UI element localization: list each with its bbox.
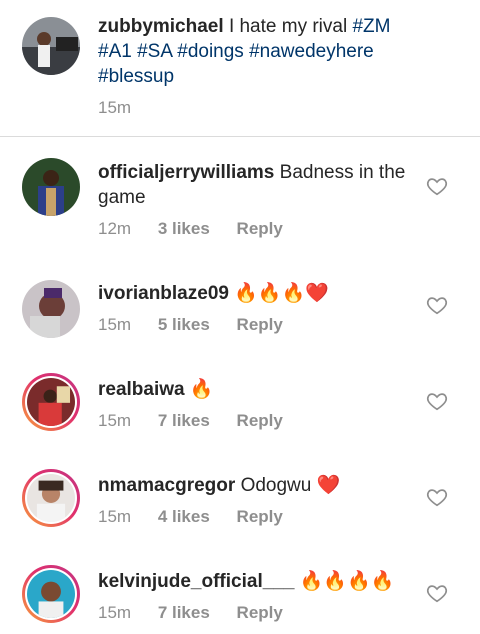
caption-avatar[interactable]	[22, 17, 80, 75]
comment-username[interactable]: kelvinjude_official___	[98, 571, 294, 592]
comment-body: 🔥🔥🔥🔥	[299, 571, 395, 592]
comment-username[interactable]: nmamacgregor	[98, 475, 235, 496]
heart-outline-icon[interactable]	[426, 486, 448, 508]
comment-likes[interactable]: 7 likes	[158, 603, 210, 623]
comment-username[interactable]: ivorianblaze09	[98, 283, 229, 304]
comment-likes[interactable]: 4 likes	[158, 507, 210, 527]
comment-avatar[interactable]	[22, 158, 80, 216]
comment-text: officialjerrywilliams Badness in the gam…	[98, 160, 418, 210]
caption-username[interactable]: zubbymichael	[98, 16, 224, 37]
hashtag[interactable]: #SA	[137, 41, 172, 62]
comment-meta: 15m 5 likes Reply	[98, 315, 305, 335]
reply-button[interactable]: Reply	[237, 219, 283, 239]
heart-outline-icon[interactable]	[426, 175, 448, 197]
reply-button[interactable]: Reply	[237, 603, 283, 623]
caption-text: zubbymichael I hate my rival #ZM #A1 #SA…	[98, 14, 418, 89]
hashtag[interactable]: #doings	[177, 41, 244, 62]
comment-username[interactable]: realbaiwa	[98, 379, 185, 400]
hashtag[interactable]: #A1	[98, 41, 132, 62]
caption-meta: 15m	[98, 98, 153, 118]
comment-time: 15m	[98, 411, 132, 430]
comment-likes[interactable]: 7 likes	[158, 411, 210, 431]
caption-body: I hate my rival	[228, 16, 348, 37]
heart-outline-icon[interactable]	[426, 390, 448, 412]
comment-username[interactable]: officialjerrywilliams	[98, 162, 274, 183]
comment-meta: 15m 4 likes Reply	[98, 507, 305, 527]
caption: zubbymichael I hate my rival #ZM #A1 #SA…	[0, 0, 480, 136]
hashtag[interactable]: #nawedeyhere	[249, 41, 374, 62]
comment-likes[interactable]: 3 likes	[158, 219, 210, 239]
comment-likes[interactable]: 5 likes	[158, 315, 210, 335]
reply-button[interactable]: Reply	[237, 411, 283, 431]
hashtag[interactable]: #blessup	[98, 66, 174, 87]
heart-outline-icon[interactable]	[426, 294, 448, 316]
comment-meta: 15m 7 likes Reply	[98, 603, 305, 623]
comment-body: 🔥	[189, 379, 214, 400]
reply-button[interactable]: Reply	[237, 315, 283, 335]
comment-text: ivorianblaze09 🔥🔥🔥❤️	[98, 281, 418, 306]
comment-text: realbaiwa 🔥	[98, 377, 418, 402]
hashtag[interactable]: #ZM	[352, 16, 390, 37]
comment-time: 15m	[98, 603, 132, 622]
comment-text: nmamacgregor Odogwu ❤️	[98, 473, 418, 498]
comment-avatar[interactable]	[22, 565, 80, 623]
reply-button[interactable]: Reply	[237, 507, 283, 527]
comment-body: Odogwu ❤️	[240, 475, 341, 496]
divider	[0, 136, 480, 137]
comment-body: 🔥🔥🔥❤️	[234, 283, 329, 304]
comment-time: 15m	[98, 507, 132, 526]
comment-avatar[interactable]	[22, 280, 80, 338]
comment-meta: 12m 3 likes Reply	[98, 219, 305, 239]
comment-meta: 15m 7 likes Reply	[98, 411, 305, 431]
heart-outline-icon[interactable]	[426, 582, 448, 604]
comment-text: kelvinjude_official___ 🔥🔥🔥🔥	[98, 569, 418, 594]
comment-avatar[interactable]	[22, 373, 80, 431]
comment-time: 12m	[98, 219, 132, 238]
comment-time: 15m	[98, 315, 132, 334]
caption-time: 15m	[98, 98, 132, 117]
comment-avatar[interactable]	[22, 469, 80, 527]
